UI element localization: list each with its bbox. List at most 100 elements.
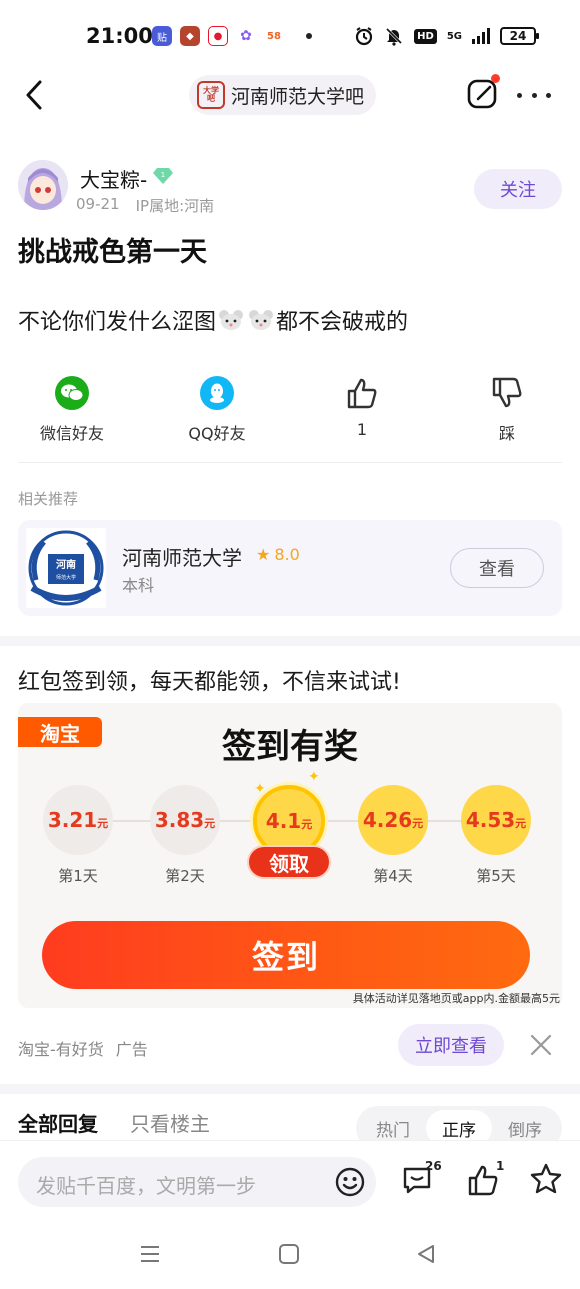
share-qq-label: QQ好友: [188, 424, 246, 443]
close-icon[interactable]: [528, 1032, 554, 1058]
day-2-coin: 3.83 元: [150, 785, 220, 855]
notification-dot: [491, 74, 500, 83]
divider: [18, 462, 562, 463]
level-gem-icon: 1: [153, 168, 173, 184]
ad-text[interactable]: 红包签到领，每天都能领，不信来试试!: [18, 664, 401, 696]
day-4-coin: 4.26 元: [358, 785, 428, 855]
58-icon: 58: [264, 26, 284, 46]
reply-tabs: 全部回复 只看楼主: [18, 1108, 210, 1137]
day-1: 3.21 元 第1天: [40, 785, 116, 886]
level-number: 1: [161, 171, 165, 179]
comment-count: 26: [425, 1159, 442, 1173]
sparkle-icon: ✦: [254, 781, 266, 797]
hd-icon: HD: [414, 28, 437, 44]
emoji-icon[interactable]: [334, 1166, 366, 1198]
dislike-button[interactable]: 踩: [447, 376, 567, 444]
school-logo: 河南 师范大学: [26, 528, 106, 608]
bottom-composer: 发贴千百度，文明第一步 26 1: [0, 1140, 580, 1220]
related-card[interactable]: 河南 师范大学 河南师范大学 ★ 8.0 本科 查看: [18, 520, 562, 616]
ad-source-name: 淘宝-有好货: [18, 1040, 104, 1059]
battery-level: 24: [509, 29, 527, 43]
post-title: 挑战戒色第一天: [18, 237, 207, 268]
day-2-label: 第2天: [165, 867, 205, 885]
day-4-label: 第4天: [373, 867, 413, 885]
app-icon: ✿: [236, 26, 256, 46]
school-rating: ★ 8.0: [256, 545, 300, 564]
ad-fine-print: 具体活动详见落地页或app内.金额最高5元: [352, 992, 560, 1005]
forum-name: 河南师范大学吧: [231, 85, 365, 108]
ad-banner[interactable]: 淘宝 签到有奖 3.21 元 第1天 3.83 元 第2天 4.1 元 ✦ ✦ 领取 …: [18, 703, 562, 1008]
post-body: 不论你们发什么涩图 都不会破戒的: [18, 304, 408, 336]
reply-placeholder: 发贴千百度，文明第一步: [36, 1174, 256, 1198]
more-notifications-dot: [306, 33, 312, 39]
wechat-icon: [55, 376, 89, 410]
ad-cta-button[interactable]: 立即查看: [398, 1024, 504, 1066]
day-2: 3.83 元 第2天: [147, 785, 223, 886]
qq-icon: [200, 376, 234, 410]
star-icon[interactable]: [528, 1161, 564, 1197]
author-name[interactable]: 大宝粽-: [80, 164, 147, 193]
post-body-text-1: 不论你们发什么涩图: [18, 310, 217, 335]
tab-all-replies[interactable]: 全部回复: [18, 1108, 98, 1137]
section-separator: [0, 636, 580, 646]
view-button[interactable]: 查看: [450, 548, 544, 588]
system-nav-bar: [0, 1220, 580, 1289]
author-meta: 09-21 IP属地:河南: [76, 195, 214, 216]
weibo-icon: ●: [208, 26, 228, 46]
tab-op-only[interactable]: 只看楼主: [130, 1108, 210, 1137]
mute-icon: [386, 27, 403, 46]
like-count-bottom: 1: [496, 1159, 505, 1173]
ip-location: IP属地:河南: [135, 197, 215, 215]
forum-title-pill[interactable]: 大学吧 河南师范大学吧: [189, 75, 377, 115]
school-logo-text: 河南: [56, 558, 76, 571]
thumbs-up-icon: [347, 378, 377, 409]
day-1-label: 第1天: [58, 867, 98, 885]
follow-button[interactable]: 关注: [474, 169, 562, 209]
back-nav-icon[interactable]: [414, 1242, 438, 1266]
reply-input[interactable]: 发贴千百度，文明第一步: [18, 1157, 376, 1207]
section-separator: [0, 1084, 580, 1094]
school-name: 河南师范大学: [122, 546, 242, 570]
day-4: 4.26 元 第4天: [355, 785, 431, 886]
signin-button[interactable]: 签到: [42, 921, 530, 989]
post-body-text-2: 都不会破戒的: [276, 310, 409, 335]
status-indicators: HD 5G 24: [354, 26, 539, 46]
thumbs-down-icon: [492, 377, 522, 408]
battery-icon: 24: [500, 27, 539, 45]
share-qq[interactable]: QQ好友: [157, 376, 277, 444]
notification-icons: 贴 ◆ ● ✿ 58: [152, 26, 312, 46]
forum-logo: 大学吧: [197, 81, 225, 109]
school-level: 本科: [122, 576, 155, 595]
status-bar: 21:00 贴 ◆ ● ✿ 58 HD 5G 24: [0, 0, 580, 72]
mouse-emoji-icon: [249, 310, 274, 330]
post-date: 09-21: [76, 195, 120, 213]
school-logo-subtext: 师范大学: [56, 574, 76, 581]
alarm-icon: [356, 27, 373, 46]
share-wechat-label: 微信好友: [39, 424, 104, 443]
day-1-coin: 3.21 元: [43, 785, 113, 855]
back-icon[interactable]: [20, 76, 50, 114]
share-wechat[interactable]: 微信好友: [12, 376, 132, 444]
tieba-icon: 贴: [152, 26, 172, 46]
day-5: 4.53 元 第5天: [458, 785, 534, 886]
avatar[interactable]: [18, 160, 68, 210]
day-5-label: 第5天: [476, 867, 516, 885]
more-icon[interactable]: [517, 82, 551, 108]
network-type: 5G: [446, 30, 462, 42]
nav-bar: 大学吧 河南师范大学吧: [0, 72, 580, 118]
rating-value: 8.0: [274, 545, 300, 564]
like-button[interactable]: 1: [302, 376, 422, 439]
ad-source: 淘宝-有好货 广告: [18, 1036, 148, 1060]
thumbs-up-icon[interactable]: [466, 1163, 500, 1197]
ad-tag: 广告: [115, 1040, 148, 1059]
signal-icon: [472, 28, 490, 44]
post-author: 大宝粽- 1 09-21 IP属地:河南 关注: [18, 160, 562, 216]
star-icon: ★: [256, 545, 271, 564]
share-row: 微信好友 QQ好友 1 踩: [0, 376, 580, 446]
dislike-label: 踩: [498, 424, 515, 443]
day-5-coin: 4.53 元: [461, 785, 531, 855]
recents-icon[interactable]: [138, 1242, 162, 1266]
home-icon[interactable]: [277, 1242, 301, 1266]
mouse-emoji-icon: [219, 310, 244, 330]
game-icon: ◆: [180, 26, 200, 46]
